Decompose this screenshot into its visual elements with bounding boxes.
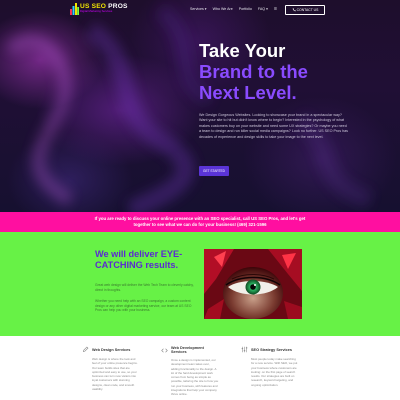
top-navigation: US SEO PROS Digital Marketing Services S… — [0, 0, 400, 22]
hero-title-line2: Brand to the — [199, 61, 308, 82]
service-seo-strategy: SEO Strategy Services Most people today … — [241, 346, 299, 387]
menu-item-faq[interactable]: FAQ ▾ — [258, 7, 268, 11]
service-description: Most people today make searching for a n… — [251, 357, 298, 387]
menu-item-portfolio[interactable]: Portfolio — [239, 7, 252, 11]
site-logo[interactable]: US SEO PROS Digital Marketing Services — [70, 3, 140, 19]
pencil-icon — [82, 346, 89, 353]
hero-section: Take Your Brand to the Next Level. We De… — [0, 0, 400, 212]
service-title: Web Design Services — [92, 347, 131, 352]
results-paragraph-1: Great web design will deliver the Web Te… — [95, 283, 194, 292]
hero-description: We Design Gorgeous Websites. Looking to … — [199, 113, 349, 139]
contact-us-button[interactable]: CONTACT US — [285, 5, 325, 15]
service-title: SEO Strategy Services — [251, 347, 292, 352]
logo-tagline: Digital Marketing Services — [80, 9, 113, 13]
get-started-button[interactable]: GET STARTED — [199, 166, 229, 176]
phone-icon — [292, 8, 296, 12]
contact-us-label: CONTACT US — [296, 8, 319, 12]
service-description: Web design is where the look and feel of… — [92, 357, 138, 392]
service-web-development: Web Development Services Once a design i… — [161, 346, 219, 397]
menu-item-who-we-are[interactable]: Who We Are — [213, 7, 233, 11]
results-heading: We will deliver EYE-CATCHING results. — [95, 249, 183, 270]
cta-line2: together to see what we can do for your … — [133, 221, 267, 227]
menu-toggle-icon[interactable]: ☰ — [274, 7, 277, 11]
hero-title-line1: Take Your — [199, 40, 286, 61]
results-paragraph-2: Whether you need help with an SEO campai… — [95, 299, 192, 313]
service-heading: Web Development Services — [161, 346, 219, 354]
service-description: Once a design is implemented, our develo… — [171, 358, 219, 397]
menu-item-services[interactable]: Services ▾ — [190, 7, 207, 11]
smoke-background — [5, 3, 374, 212]
service-heading: Web Design Services — [82, 346, 140, 353]
main-menu: Services ▾ Who We Are Portfolio FAQ ▾ ☰ — [190, 7, 277, 11]
service-heading: SEO Strategy Services — [241, 346, 299, 353]
eye-artwork-image — [204, 249, 302, 319]
service-web-design: Web Design Services Web design is where … — [82, 346, 140, 391]
hero-title-line3: Next Level. — [199, 82, 297, 103]
call-to-action-bar: If you are ready to discuss your online … — [0, 212, 400, 232]
feature-artwork — [204, 249, 302, 319]
logo-mark-icon — [70, 3, 79, 15]
settings-sliders-icon — [241, 346, 248, 353]
service-title: Web Development Services — [171, 346, 204, 354]
results-section — [0, 232, 400, 336]
code-icon — [161, 348, 168, 352]
hero-title: Take Your Brand to the Next Level. — [199, 40, 379, 103]
